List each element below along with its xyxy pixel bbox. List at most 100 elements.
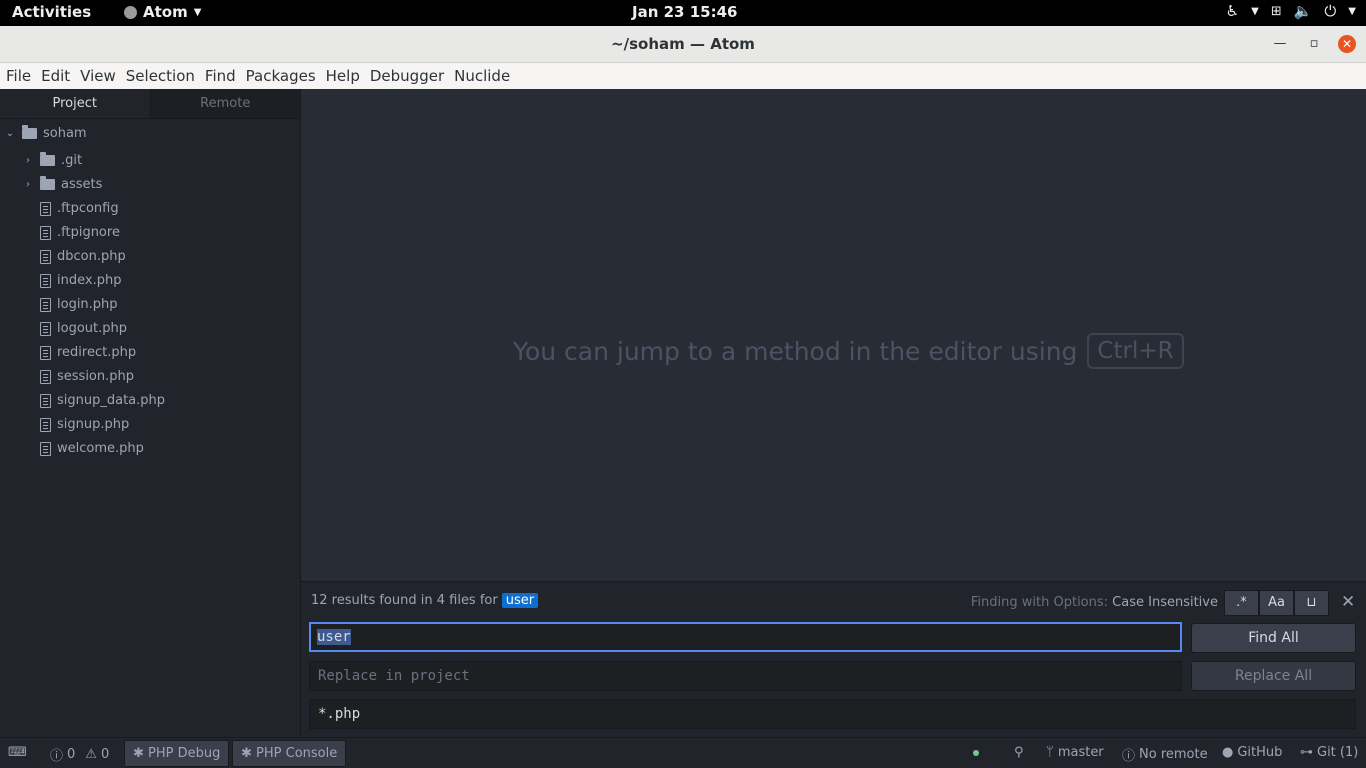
menu-selection[interactable]: Selection bbox=[126, 67, 195, 85]
file-icon bbox=[40, 225, 51, 240]
keyboard-icon[interactable]: ⌨ bbox=[8, 745, 27, 760]
tree-file[interactable]: dbcon.php bbox=[40, 249, 126, 264]
folder-icon bbox=[22, 125, 37, 139]
whole-word-toggle-button[interactable]: ⊔ bbox=[1294, 590, 1329, 616]
system-top-bar: Activities Atom ▼ Jan 23 15:46 ♿ ▼ ⊞ 🔈 ⏻… bbox=[0, 0, 1366, 26]
menu-packages[interactable]: Packages bbox=[246, 67, 316, 85]
menu-view[interactable]: View bbox=[80, 67, 116, 85]
tree-item-label: signup_data.php bbox=[57, 393, 166, 408]
window-title-bar[interactable]: ~/soham — Atom — ▫ ✕ bbox=[0, 26, 1366, 63]
replace-all-button[interactable]: Replace All bbox=[1191, 661, 1356, 691]
menu-debugger[interactable]: Debugger bbox=[370, 67, 444, 85]
menu-bar: File Edit View Selection Find Packages H… bbox=[0, 63, 1366, 89]
menu-nuclide[interactable]: Nuclide bbox=[454, 67, 510, 85]
php-debug-button[interactable]: ✱ PHP Debug bbox=[124, 740, 230, 767]
paths-input[interactable]: *.php bbox=[309, 699, 1356, 729]
tree-folder-assets[interactable]: › assets bbox=[22, 176, 103, 192]
tree-folder-git[interactable]: › .git bbox=[22, 152, 83, 168]
tree-file[interactable]: logout.php bbox=[40, 321, 127, 336]
accessibility-icon[interactable]: ♿ bbox=[1226, 2, 1239, 20]
tree-file[interactable]: redirect.php bbox=[40, 345, 136, 360]
menu-file[interactable]: File bbox=[6, 67, 31, 85]
tab-project[interactable]: Project bbox=[0, 89, 150, 118]
tree-view-panel: Project Remote ⌄ soham › .git › assets .… bbox=[0, 89, 301, 737]
broadcast-icon[interactable]: ⚲ bbox=[1014, 745, 1024, 760]
php-debug-label: PHP Debug bbox=[148, 746, 221, 761]
diagnostics[interactable]: ⓘ 0 ⚠ 0 bbox=[50, 745, 109, 764]
menu-find[interactable]: Find bbox=[205, 67, 236, 85]
window-title: ~/soham — Atom bbox=[611, 35, 755, 53]
case-sensitive-toggle-button[interactable]: Aa bbox=[1259, 590, 1294, 616]
hint-text: You can jump to a method in the editor u… bbox=[513, 336, 1078, 366]
replace-input[interactable]: Replace in project bbox=[309, 661, 1182, 691]
tree-item-label: index.php bbox=[57, 273, 122, 288]
chevron-down-icon: ⌄ bbox=[5, 128, 15, 139]
find-all-button[interactable]: Find All bbox=[1191, 623, 1356, 653]
php-console-button[interactable]: ✱ PHP Console bbox=[232, 740, 347, 767]
error-icon: ⓘ bbox=[50, 749, 64, 764]
status-bar: ⌨ ⓘ 0 ⚠ 0 ✱ PHP Debug ✱ PHP Console ⚲ ᛘ … bbox=[0, 737, 1366, 768]
menu-help[interactable]: Help bbox=[326, 67, 360, 85]
tree-file[interactable]: index.php bbox=[40, 273, 121, 288]
file-icon bbox=[40, 441, 51, 456]
tree-file[interactable]: signup_data.php bbox=[40, 393, 165, 408]
activities-button[interactable]: Activities bbox=[12, 3, 91, 21]
warning-count: 0 bbox=[100, 747, 110, 762]
tree-file[interactable]: welcome.php bbox=[40, 441, 144, 456]
file-icon bbox=[40, 321, 51, 336]
file-icon bbox=[40, 393, 51, 408]
find-results-summary: 12 results found in 4 files for user bbox=[311, 593, 539, 608]
atom-app-icon bbox=[124, 5, 137, 19]
minimize-button[interactable]: — bbox=[1271, 35, 1289, 53]
network-icon[interactable]: ⊞ bbox=[1271, 4, 1282, 19]
caret-down-icon: ▼ bbox=[1348, 5, 1356, 17]
close-icon[interactable]: ✕ bbox=[1341, 592, 1355, 612]
tree-item-label: redirect.php bbox=[57, 345, 137, 360]
github-label: GitHub bbox=[1237, 745, 1283, 760]
tree-file[interactable]: .ftpconfig bbox=[40, 201, 119, 216]
tree-file[interactable]: login.php bbox=[40, 297, 118, 312]
options-label: Finding with Options: bbox=[970, 595, 1109, 610]
tree-item-label: assets bbox=[61, 177, 103, 192]
chevron-right-icon: › bbox=[26, 179, 30, 190]
close-window-button[interactable]: ✕ bbox=[1338, 35, 1356, 53]
menu-edit[interactable]: Edit bbox=[41, 67, 70, 85]
find-input[interactable]: user bbox=[309, 622, 1182, 652]
power-icon[interactable]: ⏻ bbox=[1324, 2, 1336, 20]
remote-status[interactable]: ⓘ No remote bbox=[1122, 745, 1208, 764]
git-branch[interactable]: ᛘ master bbox=[1046, 745, 1104, 760]
find-input-value: user bbox=[317, 629, 351, 645]
file-icon bbox=[40, 273, 51, 288]
app-menu[interactable]: Atom ▼ bbox=[124, 3, 201, 21]
system-tray[interactable]: ♿ ▼ ⊞ 🔈 ⏻ ▼ bbox=[1226, 2, 1356, 20]
tree-item-label: welcome.php bbox=[57, 441, 144, 456]
editor-pane[interactable]: You can jump to a method in the editor u… bbox=[301, 89, 1366, 581]
tree-root-folder[interactable]: ⌄ soham bbox=[4, 125, 87, 141]
replace-placeholder: Replace in project bbox=[318, 668, 470, 684]
git-button[interactable]: ⊶ Git (1) bbox=[1300, 745, 1358, 760]
github-button[interactable]: ● GitHub bbox=[1222, 745, 1282, 760]
sidebar-tabs: Project Remote bbox=[0, 89, 300, 119]
warning-icon: ⚠ bbox=[85, 747, 97, 762]
tree-item-label: login.php bbox=[57, 297, 118, 312]
tree-file[interactable]: session.php bbox=[40, 369, 134, 384]
clock[interactable]: Jan 23 15:46 bbox=[632, 3, 737, 21]
file-icon bbox=[40, 297, 51, 312]
file-icon bbox=[40, 249, 51, 264]
regex-toggle-button[interactable]: .* bbox=[1224, 590, 1259, 616]
maximize-button[interactable]: ▫ bbox=[1305, 35, 1323, 53]
tree-item-label: .git bbox=[61, 153, 83, 168]
git-label: Git (1) bbox=[1317, 745, 1359, 760]
tree-item-label: logout.php bbox=[57, 321, 127, 336]
volume-icon[interactable]: 🔈 bbox=[1294, 2, 1313, 20]
project-find-panel: 12 results found in 4 files for user Fin… bbox=[301, 581, 1366, 737]
find-option-buttons: .* Aa ⊔ bbox=[1224, 590, 1329, 616]
tree-file[interactable]: .ftpignore bbox=[40, 225, 120, 240]
caret-down-icon: ▼ bbox=[193, 6, 202, 18]
tree-file[interactable]: signup.php bbox=[40, 417, 129, 432]
tab-remote[interactable]: Remote bbox=[149, 89, 300, 118]
shortcut-key: Ctrl+R bbox=[1087, 333, 1184, 369]
branch-label: master bbox=[1057, 745, 1104, 760]
commit-icon: ⊶ bbox=[1300, 745, 1313, 760]
branch-icon: ᛘ bbox=[1046, 745, 1054, 760]
